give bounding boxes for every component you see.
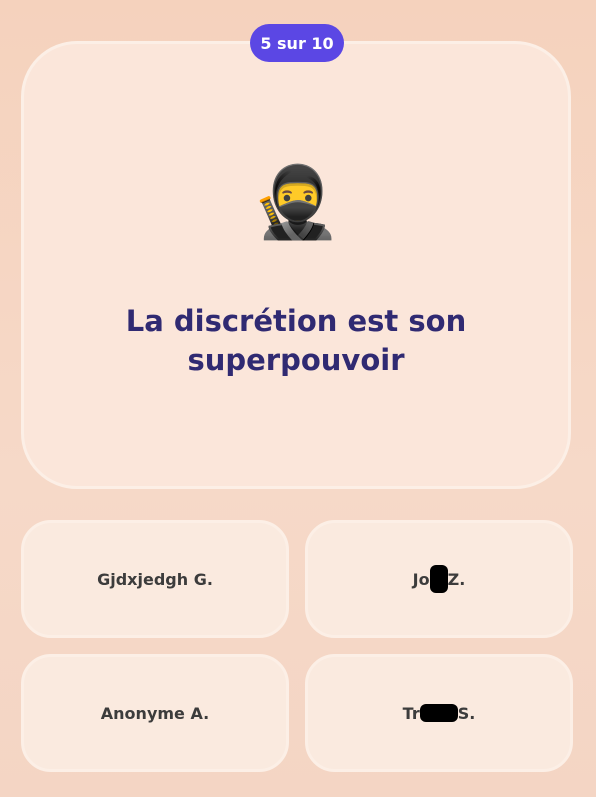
question-card: 🥷 La discrétion est son superpouvoir — [21, 41, 571, 489]
answer-option-1[interactable]: Gjdxjedgh G. — [21, 520, 289, 638]
progress-badge: 5 sur 10 — [250, 24, 344, 62]
answer-label-prefix: Jo — [412, 569, 430, 589]
redaction — [419, 704, 458, 722]
answer-label: Anonyme A. — [100, 703, 210, 723]
answer-option-4[interactable]: Tr S. — [305, 654, 573, 772]
answer-option-2[interactable]: Jo Z. — [305, 520, 573, 638]
redaction — [429, 565, 448, 593]
answer-label-prefix: Tr — [402, 703, 420, 723]
ninja-icon: 🥷 — [252, 161, 340, 243]
answer-label: Gjdxjedgh G. — [97, 569, 213, 589]
answer-label-suffix: Z. — [447, 569, 466, 589]
answer-option-3[interactable]: Anonyme A. — [21, 654, 289, 772]
question-text: La discrétion est son superpouvoir — [125, 304, 467, 377]
answer-label-suffix: S. — [457, 703, 476, 723]
